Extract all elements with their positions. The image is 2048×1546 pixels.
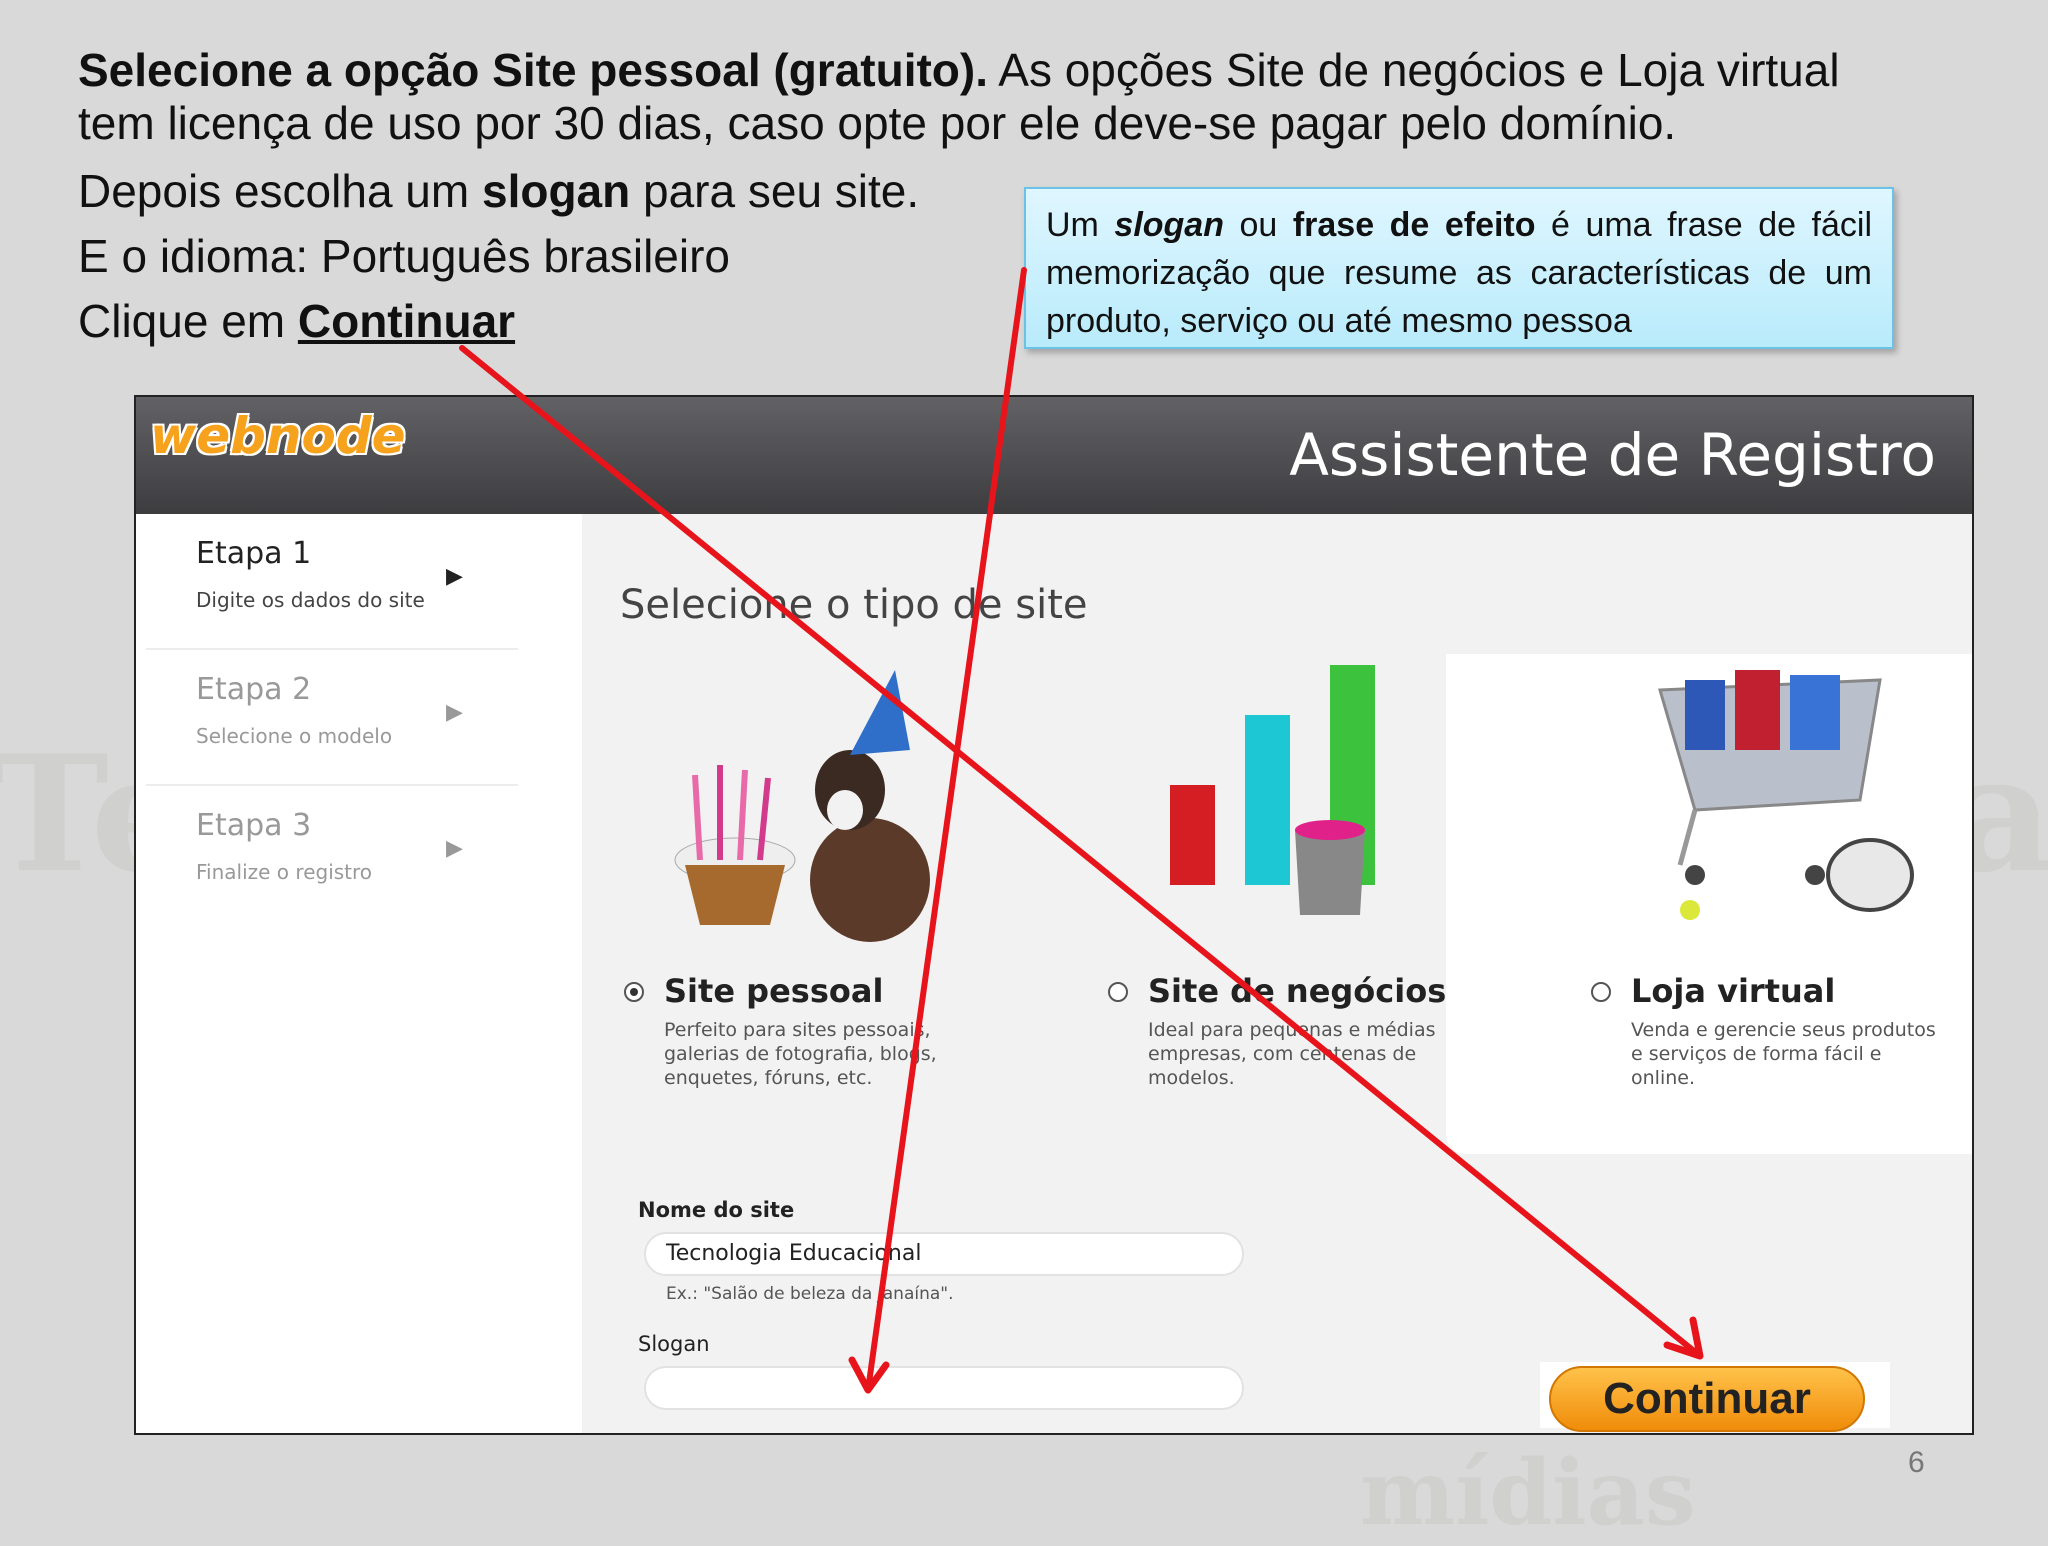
annotation-arrows bbox=[459, 267, 1704, 1394]
arrow-to-continue-button bbox=[459, 345, 1703, 1359]
arrow-to-slogan-field bbox=[865, 267, 1027, 1393]
